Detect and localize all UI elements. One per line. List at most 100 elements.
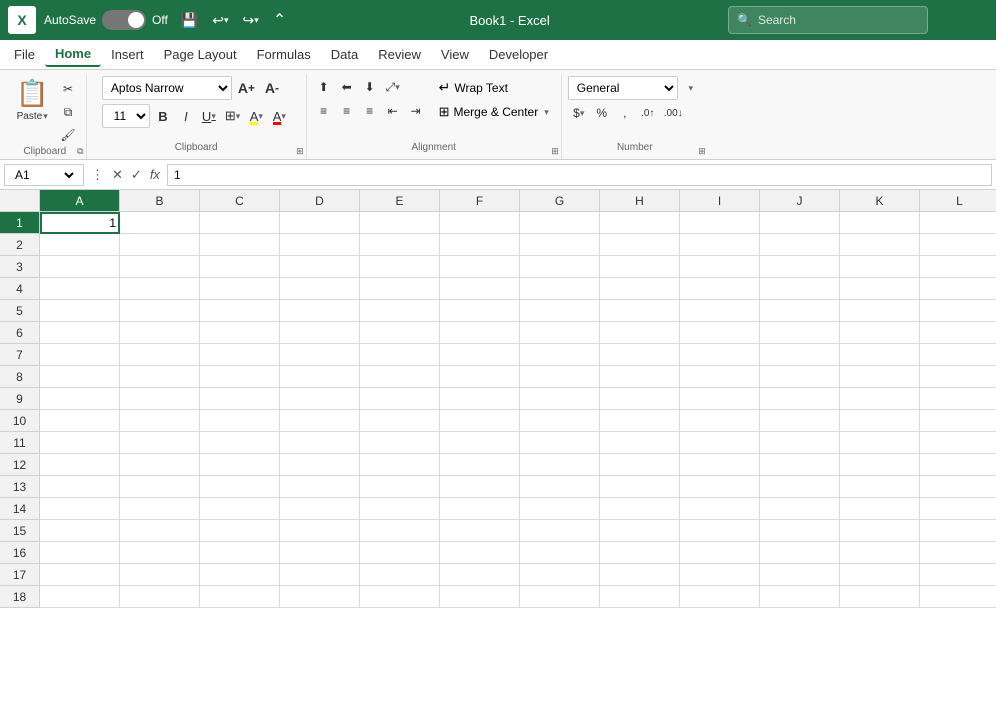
row-header-18[interactable]: 18 (0, 586, 40, 608)
cell-A8[interactable] (40, 366, 120, 388)
col-header-H[interactable]: H (600, 190, 680, 212)
cell-J1[interactable] (760, 212, 840, 234)
row-header-8[interactable]: 8 (0, 366, 40, 388)
cell-B5[interactable] (120, 300, 200, 322)
cell-K13[interactable] (840, 476, 920, 498)
cell-B12[interactable] (120, 454, 200, 476)
menu-page-layout[interactable]: Page Layout (154, 43, 247, 66)
cell-E18[interactable] (360, 586, 440, 608)
row-header-3[interactable]: 3 (0, 256, 40, 278)
cell-E17[interactable] (360, 564, 440, 586)
row-header-1[interactable]: 1 (0, 212, 40, 234)
cell-I16[interactable] (680, 542, 760, 564)
cell-I2[interactable] (680, 234, 760, 256)
cell-H17[interactable] (600, 564, 680, 586)
cell-G18[interactable] (520, 586, 600, 608)
cell-D18[interactable] (280, 586, 360, 608)
cell-L16[interactable] (920, 542, 996, 564)
cell-D10[interactable] (280, 410, 360, 432)
accept-formula-button[interactable]: ✓ (128, 165, 145, 185)
currency-button[interactable]: $▾ (568, 102, 590, 124)
cell-D15[interactable] (280, 520, 360, 542)
cell-A10[interactable] (40, 410, 120, 432)
cell-A1[interactable]: 1 (40, 212, 120, 234)
cell-C7[interactable] (200, 344, 280, 366)
cell-L18[interactable] (920, 586, 996, 608)
undo-button[interactable]: ↩▾ (207, 7, 233, 33)
cell-B18[interactable] (120, 586, 200, 608)
cell-B10[interactable] (120, 410, 200, 432)
insert-function-button[interactable]: fx (147, 165, 163, 185)
row-header-13[interactable]: 13 (0, 476, 40, 498)
cell-H12[interactable] (600, 454, 680, 476)
cell-D17[interactable] (280, 564, 360, 586)
cell-K3[interactable] (840, 256, 920, 278)
cell-A11[interactable] (40, 432, 120, 454)
cell-J4[interactable] (760, 278, 840, 300)
row-header-15[interactable]: 15 (0, 520, 40, 542)
col-header-K[interactable]: K (840, 190, 920, 212)
cell-K9[interactable] (840, 388, 920, 410)
cell-G8[interactable] (520, 366, 600, 388)
cell-D6[interactable] (280, 322, 360, 344)
cell-B15[interactable] (120, 520, 200, 542)
cell-B4[interactable] (120, 278, 200, 300)
cut-button[interactable]: ✂ (56, 78, 79, 100)
cell-E7[interactable] (360, 344, 440, 366)
cell-C14[interactable] (200, 498, 280, 520)
cell-G15[interactable] (520, 520, 600, 542)
cell-B1[interactable] (120, 212, 200, 234)
menu-view[interactable]: View (431, 43, 479, 66)
cell-K5[interactable] (840, 300, 920, 322)
row-header-7[interactable]: 7 (0, 344, 40, 366)
menu-home[interactable]: Home (45, 42, 101, 67)
name-box[interactable]: A1 (4, 164, 84, 186)
cell-H14[interactable] (600, 498, 680, 520)
cell-G6[interactable] (520, 322, 600, 344)
cell-C2[interactable] (200, 234, 280, 256)
number-expand[interactable]: ⊞ (698, 146, 706, 157)
cell-F7[interactable] (440, 344, 520, 366)
cell-B9[interactable] (120, 388, 200, 410)
cell-A17[interactable] (40, 564, 120, 586)
cell-I4[interactable] (680, 278, 760, 300)
font-expand[interactable]: ⊞ (296, 146, 304, 157)
cell-J7[interactable] (760, 344, 840, 366)
format-painter-button[interactable]: 🖌 (56, 124, 79, 146)
cell-C6[interactable] (200, 322, 280, 344)
cell-G13[interactable] (520, 476, 600, 498)
cell-E3[interactable] (360, 256, 440, 278)
cell-L7[interactable] (920, 344, 996, 366)
row-header-10[interactable]: 10 (0, 410, 40, 432)
cell-G7[interactable] (520, 344, 600, 366)
cell-E4[interactable] (360, 278, 440, 300)
cell-J5[interactable] (760, 300, 840, 322)
cell-A9[interactable] (40, 388, 120, 410)
cell-F17[interactable] (440, 564, 520, 586)
cell-F9[interactable] (440, 388, 520, 410)
cell-C8[interactable] (200, 366, 280, 388)
cell-L8[interactable] (920, 366, 996, 388)
row-header-12[interactable]: 12 (0, 454, 40, 476)
cell-H15[interactable] (600, 520, 680, 542)
cell-E12[interactable] (360, 454, 440, 476)
cell-D11[interactable] (280, 432, 360, 454)
cell-J11[interactable] (760, 432, 840, 454)
align-top-button[interactable]: ⬆ (313, 76, 335, 98)
increase-decimal-button[interactable]: .0↑ (637, 102, 659, 124)
cell-B17[interactable] (120, 564, 200, 586)
cell-G4[interactable] (520, 278, 600, 300)
cell-F11[interactable] (440, 432, 520, 454)
cell-I12[interactable] (680, 454, 760, 476)
menu-insert[interactable]: Insert (101, 43, 154, 66)
cell-I6[interactable] (680, 322, 760, 344)
cell-C15[interactable] (200, 520, 280, 542)
row-header-16[interactable]: 16 (0, 542, 40, 564)
cell-I17[interactable] (680, 564, 760, 586)
cell-I14[interactable] (680, 498, 760, 520)
number-format-select[interactable]: General Number Currency Short Date Long … (568, 76, 678, 100)
cell-K8[interactable] (840, 366, 920, 388)
cell-K4[interactable] (840, 278, 920, 300)
cell-K16[interactable] (840, 542, 920, 564)
cell-J17[interactable] (760, 564, 840, 586)
